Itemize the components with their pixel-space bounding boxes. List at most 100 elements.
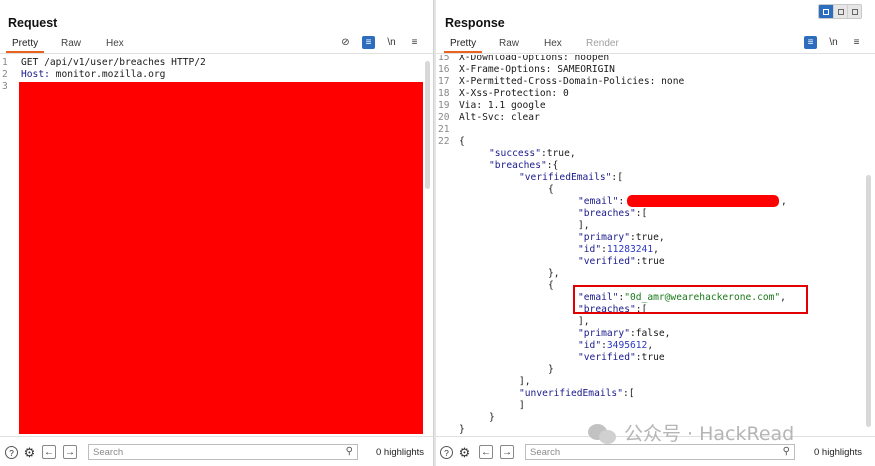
json-key: "id" xyxy=(578,244,602,255)
json-key: "breaches" xyxy=(578,208,636,219)
response-tab-render[interactable]: Render xyxy=(586,38,619,49)
json-punct: :[ xyxy=(622,388,635,399)
json-punct: , xyxy=(647,340,654,351)
json-punct: ] xyxy=(519,400,525,411)
settings-icon[interactable]: ⚙ xyxy=(458,445,471,460)
json-brace: } xyxy=(548,364,554,375)
line-number: 3 xyxy=(2,81,8,92)
json-key: "primary" xyxy=(578,328,630,339)
forward-icon[interactable]: → xyxy=(63,445,77,459)
json-punct: :{ xyxy=(546,160,559,171)
json-key: "verifiedEmails" xyxy=(519,172,612,183)
line-number: 17 xyxy=(438,76,450,87)
hide-icon[interactable]: ⊘ xyxy=(339,36,352,49)
request-scrollbar[interactable] xyxy=(425,61,430,189)
json-line: "unverifiedEmails":[ xyxy=(519,388,635,399)
line-number: 15 xyxy=(438,55,450,63)
wechat-logo-icon xyxy=(588,422,618,444)
response-search-box: ⚲ xyxy=(525,444,795,460)
header-line: X-Frame-Options: SAMEORIGIN xyxy=(459,64,615,75)
json-punct: ], xyxy=(519,376,531,387)
layout-toggle[interactable] xyxy=(818,4,862,19)
json-brace: { xyxy=(459,136,465,147)
wrap-icon[interactable]: ≡ xyxy=(804,36,817,49)
json-line: "success":true, xyxy=(489,148,576,159)
forward-icon[interactable]: → xyxy=(500,445,514,459)
layout-tabs-icon[interactable] xyxy=(847,5,861,18)
layout-stacked-icon[interactable] xyxy=(833,5,847,18)
line-number: 1 xyxy=(2,57,8,68)
line-number: 16 xyxy=(438,64,450,75)
response-pane: Response Pretty Raw Hex Render ≡ \n ≡ 15… xyxy=(436,0,875,466)
json-line: "primary":false, xyxy=(578,328,670,339)
response-tab-raw[interactable]: Raw xyxy=(499,38,519,49)
json-line: "verified":true xyxy=(578,256,665,267)
json-key: "email" xyxy=(578,196,619,207)
redacted-email xyxy=(627,195,779,207)
json-brace: } xyxy=(459,424,465,435)
search-icon[interactable]: ⚲ xyxy=(346,446,353,457)
json-key: "id" xyxy=(578,340,602,351)
json-value: :true xyxy=(635,352,665,363)
request-tab-pretty[interactable]: Pretty xyxy=(5,38,45,53)
header-line: Via: 1.1 google xyxy=(459,100,546,111)
header-line: Host: monitor.mozilla.org xyxy=(21,69,165,80)
response-highlights-count: 0 highlights xyxy=(814,447,863,458)
json-value: :false, xyxy=(629,328,671,339)
response-tab-pretty[interactable]: Pretty xyxy=(443,38,483,53)
response-editor[interactable]: 15 X-Download-Options: noopen 16 X-Frame… xyxy=(436,55,875,436)
request-footer: ? ⚙ ← → ⚲ 0 highlights xyxy=(0,436,433,466)
request-editor[interactable]: 1 GET /api/v1/user/breaches HTTP/2 2 Hos… xyxy=(0,55,433,436)
json-key: "success" xyxy=(489,148,541,159)
menu-icon[interactable]: ≡ xyxy=(850,36,863,49)
json-key: "verified" xyxy=(578,256,636,267)
wrap-icon[interactable]: ≡ xyxy=(362,36,375,49)
json-number: 11283241 xyxy=(606,244,654,255)
help-icon[interactable]: ? xyxy=(5,446,18,459)
json-key: "primary" xyxy=(578,232,630,243)
header-line: X-Download-Options: noopen xyxy=(459,55,610,63)
response-title: Response xyxy=(445,16,505,30)
json-key: "verified" xyxy=(578,352,636,363)
request-tab-hex[interactable]: Hex xyxy=(106,38,124,49)
response-scrollbar[interactable] xyxy=(866,175,871,427)
newline-icon[interactable]: \n xyxy=(827,36,840,49)
json-punct: , xyxy=(781,196,787,207)
help-icon[interactable]: ? xyxy=(440,446,453,459)
back-icon[interactable]: ← xyxy=(479,445,493,459)
json-brace: { xyxy=(548,280,554,291)
settings-icon[interactable]: ⚙ xyxy=(23,445,36,460)
json-brace: } xyxy=(489,412,495,423)
header-value: monitor.mozilla.org xyxy=(49,69,166,80)
request-tab-raw[interactable]: Raw xyxy=(61,38,81,49)
line-number: 21 xyxy=(438,124,450,135)
watermark-text: 公众号 · HackRead xyxy=(624,423,795,445)
json-line: "id":11283241, xyxy=(578,244,659,255)
watermark: 公众号 · HackRead xyxy=(588,419,794,446)
search-icon[interactable]: ⚲ xyxy=(783,446,790,457)
request-pane: Request Pretty Raw Hex ⊘ ≡ \n ≡ 1 GET /a… xyxy=(0,0,433,466)
json-value: :true xyxy=(635,256,665,267)
json-line: "breaches":[ xyxy=(578,208,647,219)
line-number: 18 xyxy=(438,88,450,99)
json-number: 3495612 xyxy=(606,340,648,351)
json-punct: : xyxy=(618,196,625,207)
request-search-box: ⚲ xyxy=(88,444,358,460)
request-highlights-count: 0 highlights xyxy=(376,447,425,458)
json-punct: ], xyxy=(578,316,590,327)
json-line: "id":3495612, xyxy=(578,340,653,351)
header-line: X-Xss-Protection: 0 xyxy=(459,88,569,99)
request-title: Request xyxy=(8,16,58,30)
json-line: "verified":true xyxy=(578,352,665,363)
menu-icon[interactable]: ≡ xyxy=(408,36,421,49)
highlight-box xyxy=(573,285,808,314)
response-tab-hex[interactable]: Hex xyxy=(544,38,562,49)
json-line: "primary":true, xyxy=(578,232,665,243)
request-search-input[interactable] xyxy=(89,445,357,459)
newline-icon[interactable]: \n xyxy=(385,36,398,49)
line-number: 19 xyxy=(438,100,450,111)
response-search-input[interactable] xyxy=(526,445,794,459)
back-icon[interactable]: ← xyxy=(42,445,56,459)
json-line: "breaches":{ xyxy=(489,160,558,171)
layout-side-by-side-icon[interactable] xyxy=(819,5,833,18)
